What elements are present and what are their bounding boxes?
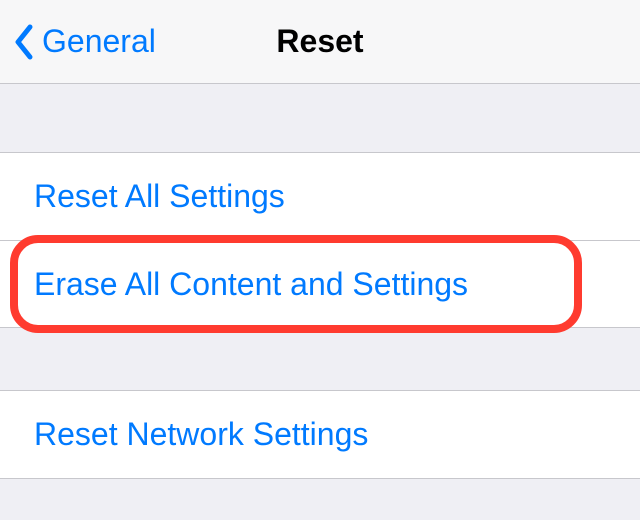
erase-all-content-label: Erase All Content and Settings [34,266,468,303]
section-gap [0,84,640,152]
reset-all-settings-row[interactable]: Reset All Settings [0,153,640,240]
chevron-left-icon [14,24,34,60]
back-button[interactable]: General [0,0,174,83]
section-gap [0,328,640,390]
back-button-label: General [42,23,156,60]
reset-options-group-2: Reset Network Settings [0,390,640,479]
reset-network-settings-label: Reset Network Settings [34,416,368,453]
reset-options-group-1: Reset All Settings Erase All Content and… [0,152,640,328]
reset-network-settings-row[interactable]: Reset Network Settings [0,391,640,478]
erase-all-content-row[interactable]: Erase All Content and Settings [0,240,640,327]
navigation-bar: General Reset [0,0,640,84]
reset-all-settings-label: Reset All Settings [34,178,285,215]
